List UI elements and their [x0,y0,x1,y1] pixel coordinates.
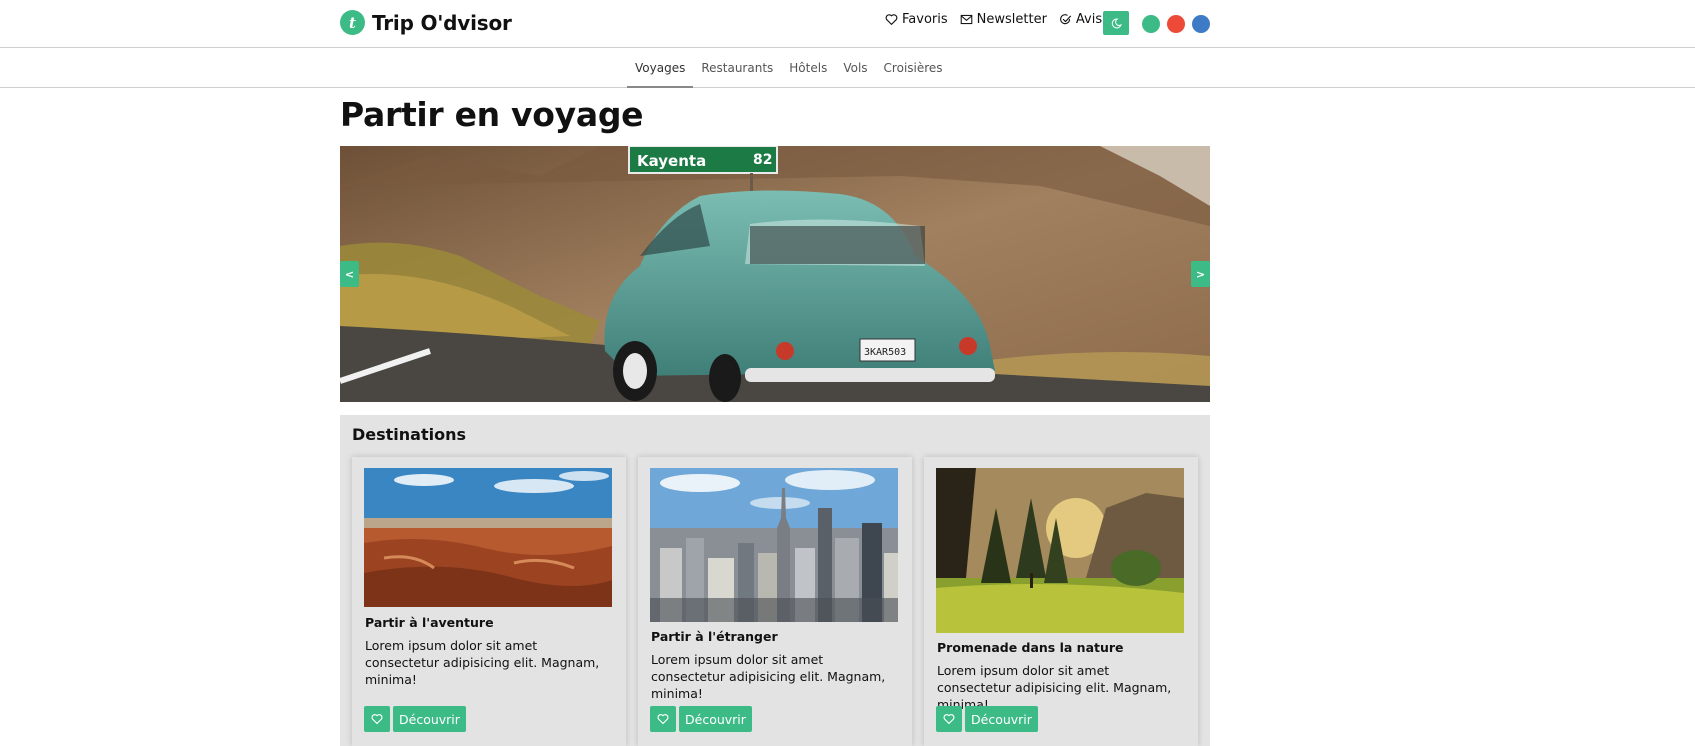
carousel-next-button[interactable]: > [1191,261,1210,287]
hero-image: Kayenta 82 3KAR503 [340,146,1210,402]
card-image-city [650,468,898,622]
tab-croisieres[interactable]: Croisières [876,48,951,88]
logo-mark: t [340,10,365,35]
card-image-forest [936,468,1184,633]
tab-hotels[interactable]: Hôtels [781,48,835,88]
check-circle-icon [1060,14,1072,25]
heart-icon [371,714,383,725]
avis-label: Avis [1075,12,1103,27]
destinations-title: Destinations [352,425,467,444]
tab-restaurants[interactable]: Restaurants [693,48,781,88]
heart-icon [657,714,669,725]
page-title: Partir en voyage [340,95,644,134]
destination-card: Promenade dans la nature Lorem ipsum dol… [924,457,1198,746]
heart-icon [943,714,955,725]
newsletter-link[interactable]: Newsletter [960,12,1047,27]
heart-icon [885,14,898,25]
category-nav: Voyages Restaurants Hôtels Vols Croisièr… [0,48,1695,88]
newsletter-label: Newsletter [976,12,1047,27]
avis-link[interactable]: Avis [1059,12,1102,27]
sign-text: Kayenta [637,152,706,170]
favoris-link[interactable]: Favoris [885,12,948,27]
favorite-button[interactable] [650,706,676,732]
card-title: Promenade dans la nature [937,640,1124,655]
card-title: Partir à l'aventure [365,615,494,630]
discover-button[interactable]: Découvrir [393,706,466,732]
destination-card: Partir à l'étranger Lorem ipsum dolor si… [638,457,912,746]
discover-button[interactable]: Découvrir [965,706,1038,732]
plate-text: 3KAR503 [864,347,906,358]
theme-toggle-button[interactable] [1103,11,1129,35]
favorite-button[interactable] [364,706,390,732]
tab-vols[interactable]: Vols [835,48,875,88]
site-logo[interactable]: t Trip O'dvisor [340,10,512,35]
color-option-blue[interactable] [1192,15,1210,33]
destinations-section: Destinations Partir à l'aventure Lorem i… [340,415,1210,746]
site-header: t Trip O'dvisor Favoris Newsletter Avis [0,0,1695,48]
carousel-prev-button[interactable]: < [340,261,359,287]
discover-button[interactable]: Découvrir [679,706,752,732]
favorite-button[interactable] [936,706,962,732]
mail-icon [960,14,972,25]
site-name: Trip O'dvisor [372,10,512,35]
card-image-desert [364,468,612,607]
destination-card: Partir à l'aventure Lorem ipsum dolor si… [352,457,626,746]
card-description: Lorem ipsum dolor sit amet consectetur a… [365,638,600,687]
sign-number: 82 [753,152,772,168]
favoris-label: Favoris [902,12,948,27]
tab-voyages[interactable]: Voyages [627,48,694,88]
moon-icon [1111,18,1122,28]
header-links: Favoris Newsletter Avis [885,12,1114,27]
color-option-red[interactable] [1167,15,1185,33]
card-title: Partir à l'étranger [651,629,778,644]
card-description: Lorem ipsum dolor sit amet consectetur a… [651,652,886,701]
color-option-green[interactable] [1142,15,1160,33]
hero-carousel: Kayenta 82 3KAR503 < > [340,146,1210,402]
